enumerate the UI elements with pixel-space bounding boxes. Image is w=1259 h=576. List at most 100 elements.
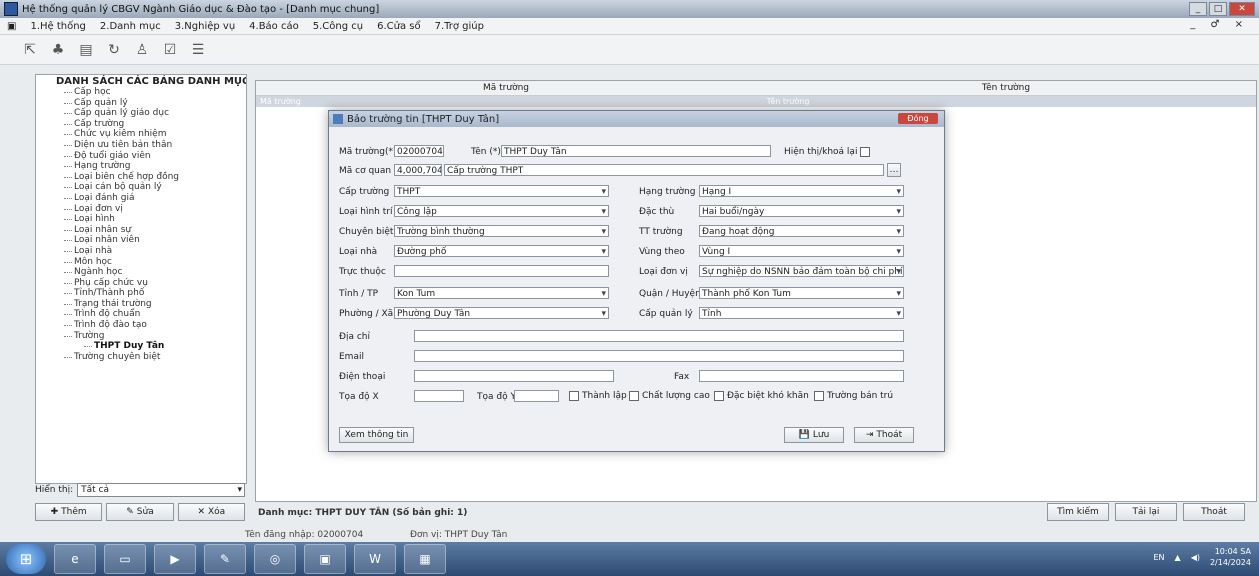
- tree-item[interactable]: Cấp quản lý: [36, 98, 246, 109]
- tree-item[interactable]: Hạng trường: [36, 161, 246, 172]
- loai-hinh-select[interactable]: Công lập: [394, 205, 609, 217]
- taskbar-media-icon[interactable]: ▶: [154, 544, 196, 574]
- taskbar-app-icon[interactable]: ▦: [404, 544, 446, 574]
- hien-thi-box[interactable]: [860, 147, 871, 157]
- tree-item[interactable]: Trường: [36, 331, 246, 342]
- tree-item[interactable]: Loại nhân sự: [36, 225, 246, 236]
- exit-button[interactable]: Thoát: [1183, 503, 1245, 521]
- tree-item[interactable]: Loại nhà: [36, 246, 246, 257]
- toa-do-y-input[interactable]: [514, 390, 559, 402]
- ma-co-quan-code[interactable]: 4,000,704: [394, 164, 442, 176]
- tree-item[interactable]: Diện ưu tiên bản thân: [36, 140, 246, 151]
- truc-thuoc-input[interactable]: [394, 265, 609, 277]
- tree-item[interactable]: Loại cán bộ quản lý: [36, 182, 246, 193]
- tree-item[interactable]: Cấp quản lý giáo dục: [36, 108, 246, 119]
- save-dialog-button[interactable]: 💾 Lưu: [784, 427, 844, 443]
- menu-bao-cao[interactable]: 4.Báo cáo: [242, 21, 306, 32]
- child-window-controls[interactable]: _ ♂ ×: [1190, 19, 1249, 30]
- maximize-button[interactable]: □: [1209, 2, 1227, 16]
- delete-button[interactable]: ✕ Xóa: [177, 503, 245, 521]
- close-button[interactable]: ✕: [1229, 2, 1255, 16]
- fax-input[interactable]: [699, 370, 904, 382]
- dac-thu-select[interactable]: Hai buổi/ngày: [699, 205, 904, 217]
- xem-thong-tin-button[interactable]: Xem thông tin: [339, 427, 414, 443]
- tree-item[interactable]: Trình độ chuẩn: [36, 309, 246, 320]
- tree-item[interactable]: Chức vụ kiêm nhiệm: [36, 129, 246, 140]
- ma-truong-input[interactable]: 02000704: [394, 145, 444, 157]
- tinh-select[interactable]: Kon Tum: [394, 287, 609, 299]
- ten-input[interactable]: THPT Duy Tân: [501, 145, 771, 157]
- taskbar-paint-icon[interactable]: ✎: [204, 544, 246, 574]
- menu-tro-giup[interactable]: 7.Trợ giúp: [428, 21, 491, 32]
- column-ma-truong[interactable]: Mã trường: [256, 81, 756, 95]
- minimize-button[interactable]: _: [1189, 2, 1207, 16]
- tree-item[interactable]: Môn học: [36, 257, 246, 268]
- tree-item-truong-chuyen-biet[interactable]: Trường chuyên biệt: [36, 352, 246, 363]
- cap-ql-select[interactable]: Tỉnh: [699, 307, 904, 319]
- save-icon[interactable]: ▤: [76, 40, 96, 60]
- menu-app-icon[interactable]: ▣: [0, 21, 23, 32]
- tree-item[interactable]: Loại hình: [36, 214, 246, 225]
- taskbar-ie-icon[interactable]: e: [54, 544, 96, 574]
- tree-item[interactable]: Ngành học: [36, 267, 246, 278]
- tray-network-icon[interactable]: ▲: [1175, 553, 1181, 562]
- tree-item[interactable]: Trạng thái trường: [36, 299, 246, 310]
- dbkk-box[interactable]: [714, 391, 724, 401]
- tree-root[interactable]: DANH SÁCH CÁC BẢNG DANH MỤC: [36, 75, 246, 87]
- tt-truong-select[interactable]: Đang hoạt động: [699, 225, 904, 237]
- tree-item[interactable]: Loại đơn vị: [36, 204, 246, 215]
- email-input[interactable]: [414, 350, 904, 362]
- menu-nghiep-vu[interactable]: 3.Nghiệp vụ: [168, 21, 242, 32]
- ma-co-quan-browse[interactable]: …: [887, 163, 901, 177]
- toa-do-x-input[interactable]: [414, 390, 464, 402]
- thanh-lap-checkbox[interactable]: Thành lập: [569, 391, 627, 401]
- taskbar-explorer-icon[interactable]: ▭: [104, 544, 146, 574]
- cap-truong-select[interactable]: THPT: [394, 185, 609, 197]
- tree-item[interactable]: Cấp trường: [36, 119, 246, 130]
- ma-co-quan-input[interactable]: Cấp trường THPT: [444, 164, 884, 176]
- edit-button[interactable]: ✎ Sửa: [106, 503, 174, 521]
- thanh-lap-box[interactable]: [569, 391, 579, 401]
- dien-thoai-input[interactable]: [414, 370, 614, 382]
- tree-item[interactable]: Tỉnh/Thành phố: [36, 288, 246, 299]
- vung-select[interactable]: Vùng I: [699, 245, 904, 257]
- tree-item[interactable]: Loại biên chế hợp đồng: [36, 172, 246, 183]
- chuyen-biet-select[interactable]: Trường bình thường: [394, 225, 609, 237]
- chat-luong-cao-box[interactable]: [629, 391, 639, 401]
- add-button[interactable]: ✚ Thêm: [35, 503, 103, 521]
- dialog-close-button[interactable]: Đóng: [898, 113, 938, 124]
- reload-button[interactable]: Tải lại: [1115, 503, 1177, 521]
- tray-clock[interactable]: 10:04 SA 2/14/2024: [1210, 546, 1251, 568]
- hang-truong-select[interactable]: Hạng I: [699, 185, 904, 197]
- quan-select[interactable]: Thành phố Kon Tum: [699, 287, 904, 299]
- taskbar-folder-icon[interactable]: ▣: [304, 544, 346, 574]
- search-button[interactable]: Tìm kiếm: [1047, 503, 1109, 521]
- refresh-icon[interactable]: ↻: [104, 40, 124, 60]
- tray-language[interactable]: EN: [1153, 553, 1164, 562]
- column-ten-truong[interactable]: Tên trường: [756, 81, 1256, 95]
- tree-item[interactable]: Trình độ đào tạo: [36, 320, 246, 331]
- taskbar-chrome-icon[interactable]: ◎: [254, 544, 296, 574]
- menu-cong-cu[interactable]: 5.Công cụ: [306, 21, 370, 32]
- ban-tru-checkbox[interactable]: Trường bán trú: [814, 391, 893, 401]
- settings-icon[interactable]: ☰: [188, 40, 208, 60]
- phuong-select[interactable]: Phường Duy Tân: [394, 307, 609, 319]
- ban-tru-box[interactable]: [814, 391, 824, 401]
- tree-item-thpt-duy-tan[interactable]: THPT Duy Tân: [36, 341, 246, 352]
- dbkk-checkbox[interactable]: Đặc biệt khó khăn: [714, 391, 809, 401]
- tree-item[interactable]: Phụ cấp chức vụ: [36, 278, 246, 289]
- taskbar-word-icon[interactable]: W: [354, 544, 396, 574]
- tree-item[interactable]: Loại đánh giá: [36, 193, 246, 204]
- start-button[interactable]: ⊞: [6, 544, 46, 574]
- menu-he-thong[interactable]: 1.Hệ thống: [23, 21, 92, 32]
- loai-don-vi-select[interactable]: Sự nghiệp do NSNN bảo đảm toàn bộ chi ph…: [699, 265, 904, 277]
- tree-icon[interactable]: ♣: [48, 40, 68, 60]
- dia-chi-input[interactable]: [414, 330, 904, 342]
- exit-dialog-button[interactable]: ⇥ Thoát: [854, 427, 914, 443]
- hien-thi-checkbox[interactable]: Hiện thị/khoá lại: [784, 147, 871, 157]
- tree-item[interactable]: Cấp học: [36, 87, 246, 98]
- table-row[interactable]: Mã trường Tên trường: [256, 96, 1256, 107]
- users-icon[interactable]: ♙: [132, 40, 152, 60]
- menu-cua-so[interactable]: 6.Cửa sổ: [370, 21, 428, 32]
- tray-volume-icon[interactable]: ◀): [1191, 553, 1200, 562]
